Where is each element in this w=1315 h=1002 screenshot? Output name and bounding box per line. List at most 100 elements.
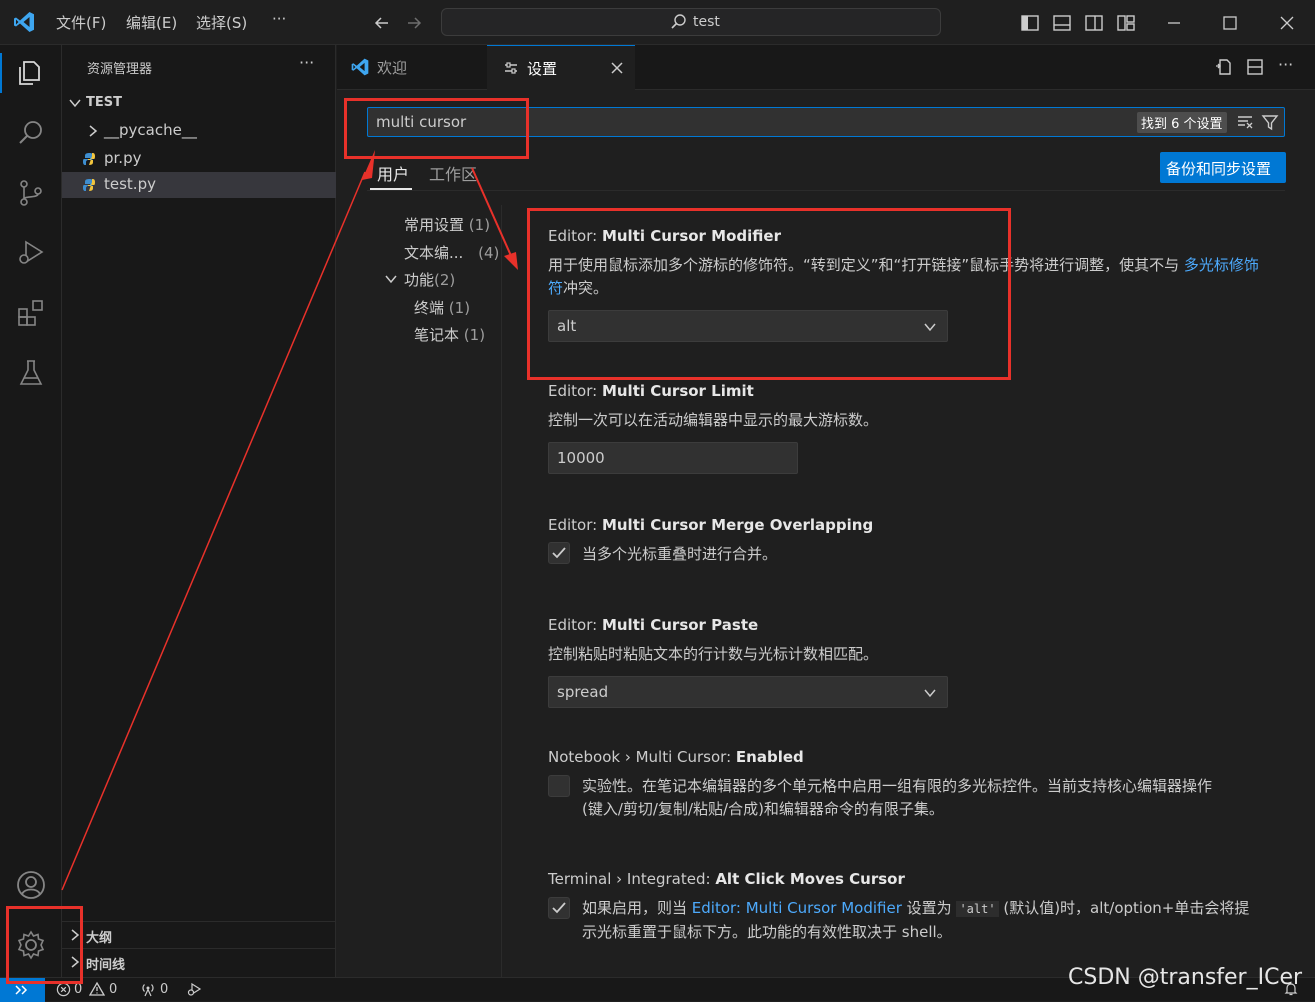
- manage-gear-icon[interactable]: [15, 929, 47, 961]
- menu-more[interactable]: ···: [272, 10, 286, 28]
- remote-indicator[interactable]: [0, 978, 45, 1002]
- toggle-panel-icon[interactable]: [1052, 13, 1072, 33]
- menu-file[interactable]: 文件(F): [56, 12, 106, 33]
- toc-label: 功能: [404, 271, 435, 289]
- customize-layout-icon[interactable]: [1116, 13, 1136, 33]
- setting-description: 用于使用鼠标添加多个游标的修饰符。“转到定义”和“打开链接”鼠标手势将进行调整，…: [548, 254, 1268, 300]
- merge-overlapping-checkbox[interactable]: [548, 542, 570, 564]
- desc-line: 如果启用，则当 Editor: Multi Cursor Modifier 设置…: [582, 897, 1282, 921]
- alt-click-moves-cursor-checkbox[interactable]: [548, 897, 570, 919]
- scope-tab-workspace[interactable]: 工作区: [429, 161, 477, 185]
- setting-title: Editor: Multi Cursor Limit: [548, 382, 754, 400]
- backup-sync-button[interactable]: 备份和同步设置: [1160, 152, 1286, 183]
- desc-text: 如果启用，则当: [582, 899, 692, 917]
- multi-cursor-limit-input[interactable]: 10000: [548, 442, 798, 474]
- debug-run-icon[interactable]: [186, 981, 202, 997]
- desc-text: (默认值)时，alt/option+单击会将提: [998, 899, 1250, 917]
- toc-item-text-editor[interactable]: 文本编... (4): [404, 242, 499, 263]
- scope-tab-user[interactable]: 用户: [377, 161, 409, 185]
- notebook-multi-cursor-checkbox[interactable]: [548, 775, 570, 797]
- toc-count: (4): [478, 244, 500, 262]
- toc-count: (1): [468, 216, 491, 234]
- setting-prefix: Notebook › Multi Cursor:: [548, 748, 736, 766]
- close-tab-icon[interactable]: [609, 60, 625, 76]
- menu-selection[interactable]: 选择(S): [196, 12, 247, 33]
- editor-tab-bar: 欢迎 设置 ···: [337, 45, 1315, 91]
- chevron-right-icon: [86, 124, 100, 138]
- filter-icon[interactable]: [1261, 113, 1279, 131]
- toc-label: 文本编...: [404, 244, 464, 262]
- warning-icon[interactable]: [89, 981, 105, 997]
- backup-sync-label: 备份和同步设置: [1166, 160, 1272, 178]
- settings-search-input[interactable]: multi cursor 找到 6 个设置: [367, 107, 1285, 137]
- setting-title: Editor: Multi Cursor Merge Overlapping: [548, 516, 873, 534]
- select-value: alt: [557, 317, 577, 335]
- title-bar: 文件(F) 编辑(E) 选择(S) ··· test: [0, 0, 1315, 45]
- source-control-icon[interactable]: [15, 177, 47, 209]
- setting-description: 控制粘贴时粘贴文本的行计数与光标计数相匹配。: [548, 645, 879, 663]
- toc-item-features[interactable]: 功能(2): [404, 269, 455, 290]
- tab-welcome[interactable]: 欢迎: [337, 45, 487, 90]
- setting-name: Multi Cursor Limit: [601, 382, 754, 400]
- settings-sliders-icon: [503, 60, 519, 76]
- tree-item-pr-py[interactable]: pr.py: [62, 146, 336, 172]
- command-center-search[interactable]: test: [441, 8, 941, 36]
- chevron-down-icon[interactable]: [384, 272, 398, 286]
- clear-filter-icon[interactable]: [1236, 113, 1254, 131]
- setting-description: 实验性。在笔记本编辑器的多个单元格中启用一组有限的多光标控件。当前支持核心编辑器…: [582, 775, 1282, 821]
- setting-title: Terminal › Integrated: Alt Click Moves C…: [548, 870, 905, 888]
- setting-prefix: Editor:: [548, 516, 602, 534]
- accounts-icon[interactable]: [15, 869, 47, 901]
- timeline-section[interactable]: 时间线: [62, 949, 336, 975]
- explorer-sidebar: 资源管理器 ··· TEST __pycache__ pr.py test.py…: [62, 45, 336, 977]
- chevron-down-icon: [923, 320, 937, 334]
- extensions-icon[interactable]: [15, 297, 47, 329]
- minimize-icon[interactable]: [1164, 13, 1184, 33]
- settings-search-value: multi cursor: [376, 113, 467, 131]
- tree-item-test-py[interactable]: test.py: [62, 172, 336, 198]
- explorer-icon[interactable]: [15, 57, 47, 89]
- desc-line: (键入/剪切/复制/粘贴/合成)和编辑器命令的有限子集。: [582, 800, 944, 818]
- setting-title: Editor: Multi Cursor Paste: [548, 616, 758, 634]
- forward-arrow-icon[interactable]: [404, 13, 424, 33]
- workspace-root[interactable]: TEST: [62, 90, 336, 116]
- toc-item-common[interactable]: 常用设置 (1): [404, 214, 490, 235]
- setting-title: Notebook › Multi Cursor: Enabled: [548, 748, 804, 766]
- scope-divider: [367, 190, 1285, 191]
- editor-more-actions-button[interactable]: ···: [1278, 55, 1293, 74]
- outline-section[interactable]: 大纲: [62, 922, 336, 948]
- desc-text: 用于使用鼠标添加多个游标的修饰符。“转到定义”和“打开链接”鼠标手势将进行调整，…: [548, 256, 1184, 274]
- found-count-badge: 找到 6 个设置: [1137, 112, 1227, 133]
- toc-count: (1): [463, 326, 486, 344]
- menu-edit[interactable]: 编辑(E): [126, 12, 177, 33]
- back-arrow-icon[interactable]: [372, 13, 392, 33]
- tree-item-pycache[interactable]: __pycache__: [62, 118, 336, 144]
- vscode-logo-icon: [350, 57, 370, 77]
- setting-link[interactable]: Editor: Multi Cursor Modifier: [692, 899, 902, 917]
- toggle-secondary-sidebar-icon[interactable]: [1084, 13, 1104, 33]
- error-icon[interactable]: [56, 982, 71, 997]
- toc-item-notebook[interactable]: 笔记本 (1): [414, 324, 485, 345]
- toc-item-terminal[interactable]: 终端 (1): [414, 297, 470, 318]
- select-value: spread: [557, 683, 609, 701]
- run-debug-icon[interactable]: [15, 237, 47, 269]
- maximize-icon[interactable]: [1220, 13, 1240, 33]
- search-icon: [670, 13, 688, 31]
- setting-prefix: Editor:: [548, 616, 602, 634]
- split-editor-icon[interactable]: [1245, 57, 1265, 77]
- testing-flask-icon[interactable]: [15, 357, 47, 389]
- python-file-icon: [82, 152, 96, 166]
- settings-editor: multi cursor 找到 6 个设置 用户 工作区 备份和同步设置 常用设…: [337, 90, 1315, 977]
- explorer-more-button[interactable]: ···: [299, 53, 314, 72]
- toggle-primary-sidebar-icon[interactable]: [1020, 13, 1040, 33]
- toc-count: (1): [448, 299, 471, 317]
- tab-settings[interactable]: 设置: [487, 45, 635, 91]
- search-icon[interactable]: [15, 117, 47, 149]
- multi-cursor-modifier-select[interactable]: alt: [548, 310, 948, 342]
- ports-broadcast-icon[interactable]: [140, 981, 156, 997]
- multi-cursor-paste-select[interactable]: spread: [548, 676, 948, 708]
- chevron-right-icon: [68, 955, 82, 969]
- close-window-icon[interactable]: [1277, 13, 1297, 33]
- workspace-root-label: TEST: [86, 95, 122, 110]
- open-settings-json-icon[interactable]: [1213, 57, 1233, 77]
